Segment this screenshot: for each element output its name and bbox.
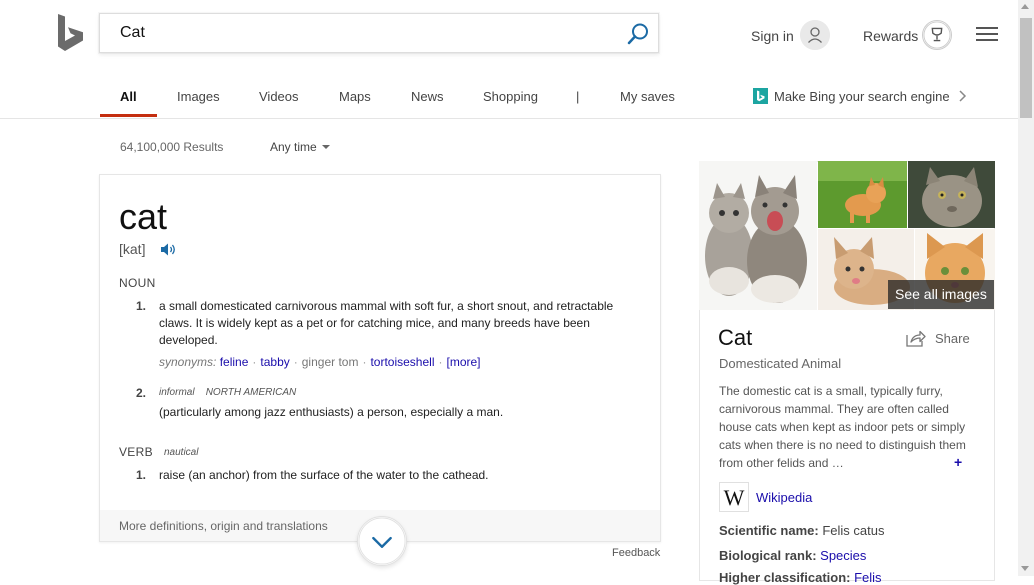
see-all-images-button[interactable]: See all images (888, 280, 994, 309)
entity-subtitle: Domesticated Animal (719, 356, 842, 371)
tab-images[interactable]: Images (177, 89, 220, 104)
synonyms-line: synonyms: feline · tabby · ginger tom · tortoi… (159, 355, 481, 369)
wikipedia-icon[interactable]: W (719, 482, 749, 512)
search-input[interactable] (120, 24, 600, 42)
tab-shopping[interactable]: Shopping (483, 89, 538, 104)
fact-value-link[interactable]: Felis (854, 570, 881, 585)
see-all-images-label[interactable]: See all images (895, 286, 987, 302)
dictionary-word: cat (119, 196, 168, 237)
expand-description-plus-icon[interactable]: + (954, 454, 962, 470)
entity-description: The domestic cat is a small, typically f… (719, 384, 966, 470)
register-tag: informal (159, 387, 195, 398)
definition-text: a small domesticated carnivorous mammal … (159, 299, 614, 347)
caret-down-icon[interactable] (322, 145, 330, 149)
tab-videos[interactable]: Videos (259, 89, 299, 104)
active-tab-indicator (100, 114, 157, 117)
search-icon[interactable] (626, 22, 650, 46)
fact-label: Biological rank: (719, 548, 817, 563)
scrollbar-thumb[interactable] (1020, 18, 1032, 118)
tab-separator: | (576, 89, 580, 104)
synonym-link[interactable]: feline (220, 355, 249, 369)
definition-number: 1. (136, 468, 147, 482)
verb-tag: nautical (164, 447, 199, 458)
bing-small-icon (753, 88, 768, 104)
tab-my-saves[interactable]: My saves (620, 89, 675, 104)
tabs-divider (0, 118, 1018, 119)
fact-value: Felis catus (822, 523, 885, 538)
avatar-icon[interactable] (800, 20, 830, 50)
verb-label: VERB (119, 445, 153, 459)
share-label[interactable]: Share (935, 331, 970, 346)
definition-tags: informal NORTH AMERICAN (159, 387, 296, 398)
entity-title: Cat (718, 325, 753, 350)
wikipedia-link[interactable]: Wikipedia (756, 490, 812, 505)
fact-label: Scientific name: (719, 523, 819, 538)
noun-label: NOUN (119, 276, 156, 290)
fact-row: Scientific name: Felis catus (719, 523, 884, 538)
time-filter-dropdown[interactable]: Any time (270, 140, 317, 154)
synonym-link[interactable]: tabby (260, 355, 289, 369)
pronunciation: [kat] (119, 241, 146, 257)
speaker-icon[interactable] (160, 242, 178, 257)
region-tag: NORTH AMERICAN (205, 387, 297, 398)
chevron-right-icon[interactable] (958, 88, 968, 104)
rewards-link[interactable]: Rewards (863, 28, 918, 44)
synonym-text: ginger tom (301, 355, 359, 369)
promo-label[interactable]: Make Bing your search engine (774, 89, 950, 104)
feedback-link[interactable]: Feedback (612, 547, 660, 559)
fact-value-link[interactable]: Species (820, 548, 866, 563)
hamburger-menu-icon[interactable] (976, 26, 998, 42)
tab-news[interactable]: News (411, 89, 444, 104)
share-icon[interactable] (906, 329, 926, 347)
bing-logo[interactable] (56, 14, 86, 54)
definition-text: raise (an anchor) from the surface of th… (159, 468, 489, 482)
cat-image-wildcat[interactable] (908, 161, 995, 228)
definition-text: (particularly among jazz enthusiasts) a … (159, 405, 504, 419)
cat-image-kittens[interactable] (699, 161, 817, 310)
synonyms-label: synonyms: (159, 355, 217, 369)
tab-all[interactable]: All (120, 89, 137, 104)
definition-number: 1. (136, 299, 147, 313)
definition-number: 2. (136, 386, 147, 400)
rewards-trophy-icon[interactable] (922, 20, 952, 50)
synonym-link[interactable]: tortoiseshell (370, 355, 434, 369)
scroll-down-arrow-icon[interactable] (1021, 566, 1029, 571)
expand-chevron-down-icon[interactable] (357, 516, 407, 566)
fact-row: Biological rank: Species (719, 548, 866, 563)
search-box[interactable] (99, 13, 659, 53)
more-synonyms-link[interactable]: [more] (446, 355, 480, 369)
scroll-up-arrow-icon[interactable] (1021, 4, 1029, 9)
cat-image-grass[interactable] (818, 161, 907, 228)
sign-in-link[interactable]: Sign in (751, 28, 794, 44)
more-definitions-link[interactable]: More definitions, origin and translation… (119, 519, 328, 533)
tab-maps[interactable]: Maps (339, 89, 371, 104)
fact-row: Higher classification: Felis (719, 570, 882, 585)
fact-label: Higher classification: (719, 570, 851, 585)
results-count: 64,100,000 Results (120, 140, 224, 154)
